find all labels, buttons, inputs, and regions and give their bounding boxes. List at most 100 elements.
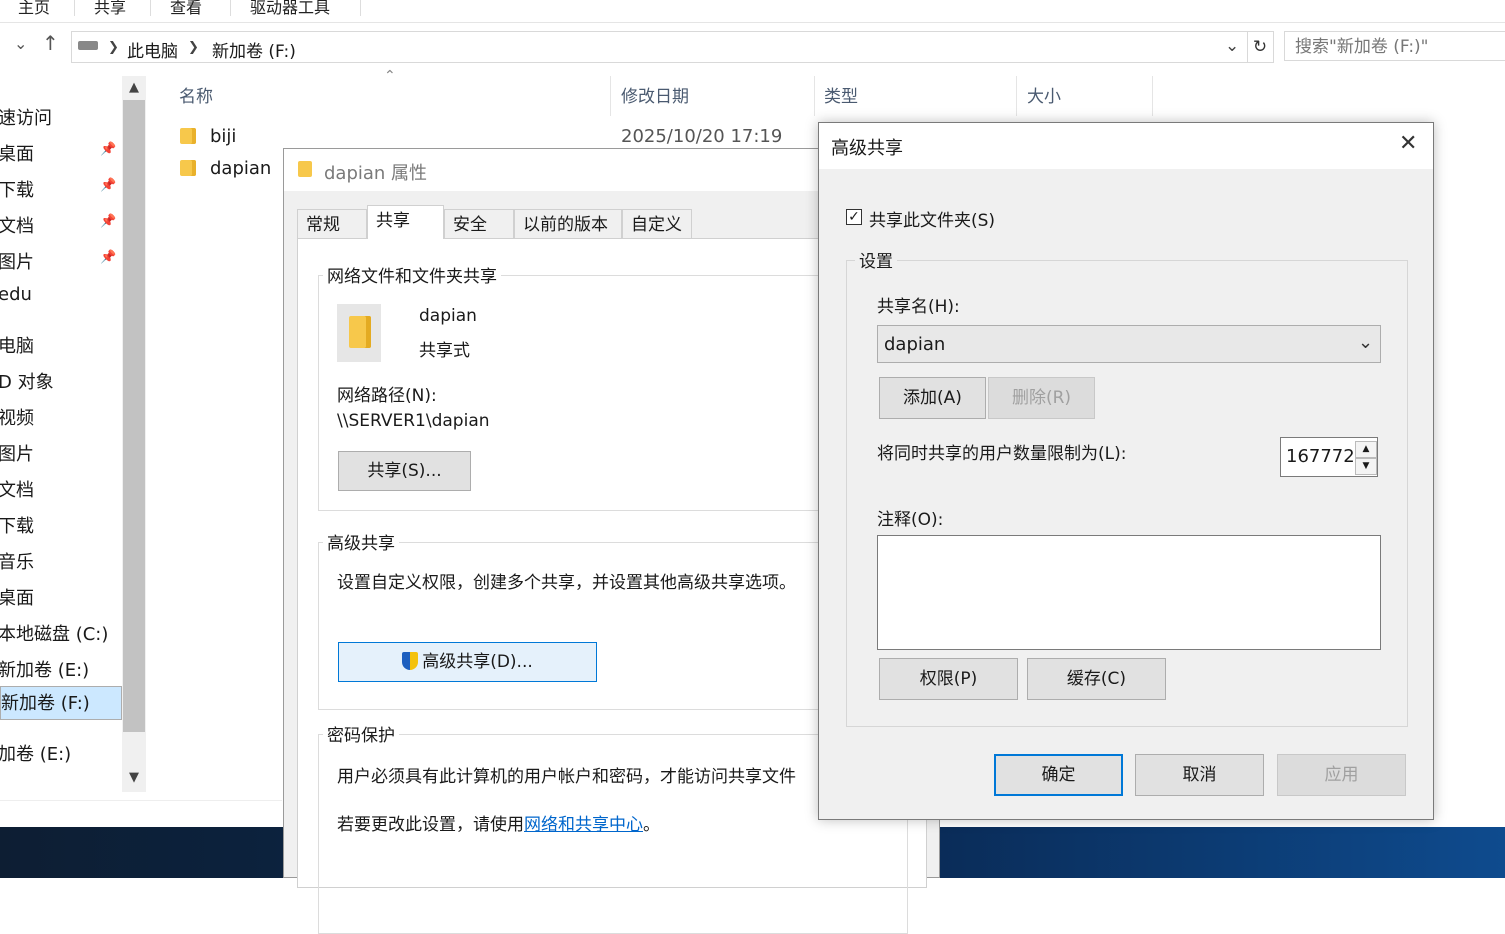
navigation-pane: 速访问 桌面 📌 下载 📌 文档 📌 图片 📌 edu 电脑 D 对象 视频 图片 文档 下载 音乐 桌面 本地磁盘… bbox=[0, 76, 122, 796]
sidebar-item[interactable]: 桌面 bbox=[0, 584, 34, 610]
share-name-select[interactable]: dapian ⌄ bbox=[877, 325, 1381, 363]
sort-ascending-icon: ⌃ bbox=[384, 68, 396, 84]
refresh-icon[interactable]: ↻ bbox=[1247, 31, 1274, 63]
tab-customize[interactable]: 自定义 bbox=[622, 209, 692, 238]
share-folder-checkbox-label[interactable]: 共享此文件夹(S) bbox=[869, 206, 995, 231]
share-name-value: dapian bbox=[884, 334, 946, 355]
comment-label: 注释(O): bbox=[877, 510, 944, 530]
cancel-button[interactable]: 取消 bbox=[1135, 754, 1264, 796]
network-path-label: 网络路径(N): bbox=[337, 386, 437, 406]
chevron-down-icon: ⌄ bbox=[1358, 332, 1374, 353]
column-divider bbox=[1152, 76, 1153, 116]
sidebar-item[interactable]: 下载 bbox=[0, 176, 34, 202]
scroll-up-icon[interactable]: ▲ bbox=[122, 80, 146, 95]
file-row[interactable]: biji bbox=[180, 126, 236, 147]
pin-icon: 📌 bbox=[100, 142, 117, 157]
sidebar-item[interactable]: 图片 bbox=[0, 440, 34, 466]
sidebar-item[interactable]: 本地磁盘 (C:) bbox=[0, 620, 108, 646]
tab-security[interactable]: 安全 bbox=[444, 209, 514, 238]
sidebar-item[interactable]: 文档 bbox=[0, 476, 34, 502]
share-state: 共享式 bbox=[419, 341, 470, 361]
sidebar-item[interactable]: 文档 bbox=[0, 212, 34, 238]
ribbon-tab-share[interactable]: 共享 bbox=[94, 0, 126, 18]
sidebar-item[interactable]: 下载 bbox=[0, 512, 34, 538]
folder-icon bbox=[298, 161, 312, 177]
check-icon: ✓ bbox=[848, 209, 860, 225]
sidebar-item[interactable]: 视频 bbox=[0, 404, 34, 430]
column-headers: ⌃ 名称 修改日期 类型 大小 bbox=[150, 68, 1160, 116]
search-input[interactable]: 搜索"新加卷 (F:)" bbox=[1284, 31, 1505, 61]
spin-up-icon[interactable]: ▲ bbox=[1355, 441, 1377, 458]
breadcrumb-drive-f[interactable]: 新加卷 (F:) bbox=[212, 37, 296, 62]
folder-icon bbox=[180, 160, 196, 176]
advanced-sharing-dialog: 高级共享 ✕ ✓ 共享此文件夹(S) 设置 共享名(H): dapian ⌄ 添… bbox=[818, 122, 1434, 820]
uac-shield-icon bbox=[402, 652, 419, 670]
sidebar-item[interactable]: D 对象 bbox=[0, 368, 54, 394]
sidebar-item[interactable]: 新加卷 (E:) bbox=[0, 656, 89, 682]
up-arrow-icon[interactable]: ↑ bbox=[42, 31, 59, 55]
ribbon-separator bbox=[360, 0, 361, 16]
network-sharing-center-link[interactable]: 网络和共享中心 bbox=[524, 815, 643, 835]
status-bar bbox=[0, 800, 282, 828]
file-modified: 2025/10/20 17:19 bbox=[621, 126, 783, 147]
share-folder-name: dapian bbox=[419, 306, 477, 326]
ribbon-tab-view[interactable]: 查看 bbox=[170, 0, 202, 18]
address-dropdown-chevron-icon[interactable]: ⌄ bbox=[1225, 36, 1239, 56]
remove-share-button[interactable]: 删除(R) bbox=[988, 377, 1095, 419]
column-type[interactable]: 类型 bbox=[824, 82, 858, 107]
advanced-sharing-desc: 设置自定义权限，创建多个共享，并设置其他高级共享选项。 bbox=[337, 573, 796, 593]
column-modified[interactable]: 修改日期 bbox=[621, 82, 689, 107]
scroll-thumb[interactable] bbox=[123, 100, 145, 732]
sidebar-item[interactable]: 图片 bbox=[0, 248, 34, 274]
add-share-button[interactable]: 添加(A) bbox=[879, 377, 986, 419]
sidebar-item[interactable]: 速访问 bbox=[0, 104, 52, 130]
properties-title: dapian 属性 bbox=[324, 163, 428, 184]
column-divider bbox=[610, 76, 611, 116]
password-protection-label: 密码保护 bbox=[323, 721, 399, 746]
permissions-button[interactable]: 权限(P) bbox=[879, 658, 1018, 700]
user-limit-value: 167772 bbox=[1286, 446, 1355, 467]
ribbon-separator bbox=[230, 0, 231, 16]
comment-textarea[interactable] bbox=[877, 535, 1381, 650]
password-change-prefix: 若要更改此设置，请使用 bbox=[337, 815, 524, 835]
scroll-down-icon[interactable]: ▼ bbox=[122, 770, 146, 785]
spin-down-icon[interactable]: ▼ bbox=[1355, 458, 1377, 475]
file-row[interactable]: dapian bbox=[180, 158, 271, 179]
file-name: biji bbox=[210, 126, 237, 147]
sidebar-item[interactable]: 新加卷 (F:) bbox=[0, 686, 122, 720]
recent-locations-chevron-icon[interactable]: ⌄ bbox=[14, 34, 27, 53]
ribbon-tab-home[interactable]: 主页 bbox=[18, 0, 50, 18]
nav-scrollbar[interactable]: ▲ ▼ bbox=[122, 76, 146, 792]
sidebar-item[interactable]: edu bbox=[0, 284, 32, 305]
password-change-text: 若要更改此设置，请使用网络和共享中心。 bbox=[337, 810, 660, 835]
column-size[interactable]: 大小 bbox=[1027, 82, 1061, 107]
breadcrumb-this-pc[interactable]: 此电脑 bbox=[127, 37, 178, 62]
advanced-sharing-button-label: 高级共享(D)... bbox=[422, 652, 533, 672]
sidebar-item[interactable]: 加卷 (E:) bbox=[0, 740, 71, 766]
advanced-sharing-button[interactable]: 高级共享(D)... bbox=[338, 642, 597, 682]
address-bar[interactable]: ❯ 此电脑 ❯ 新加卷 (F:) ⌄ bbox=[71, 31, 1248, 63]
sidebar-item[interactable]: 电脑 bbox=[0, 332, 34, 358]
column-name[interactable]: 名称 bbox=[179, 82, 213, 107]
tab-general[interactable]: 常规 bbox=[297, 209, 367, 238]
tab-previous-versions[interactable]: 以前的版本 bbox=[514, 209, 622, 238]
folder-large-icon bbox=[337, 304, 381, 362]
drive-icon bbox=[78, 41, 98, 50]
share-button[interactable]: 共享(S)... bbox=[338, 451, 471, 491]
advanced-sharing-titlebar[interactable]: 高级共享 ✕ bbox=[819, 123, 1433, 169]
sidebar-item[interactable]: 桌面 bbox=[0, 140, 34, 166]
ribbon-tab-drive-tools[interactable]: 驱动器工具 bbox=[250, 0, 330, 18]
file-name: dapian bbox=[210, 158, 272, 179]
sidebar-item[interactable]: 音乐 bbox=[0, 548, 34, 574]
tab-sharing[interactable]: 共享 bbox=[367, 205, 444, 239]
apply-button[interactable]: 应用 bbox=[1277, 754, 1406, 796]
folder-icon bbox=[180, 128, 196, 144]
ok-button[interactable]: 确定 bbox=[994, 754, 1123, 796]
user-limit-spinner[interactable]: 167772 ▲ ▼ bbox=[1280, 437, 1378, 477]
password-change-suffix: 。 bbox=[643, 815, 660, 835]
caching-button[interactable]: 缓存(C) bbox=[1027, 658, 1166, 700]
ribbon: 主页 共享 查看 驱动器工具 bbox=[0, 0, 1505, 23]
share-folder-checkbox[interactable]: ✓ bbox=[846, 209, 862, 225]
breadcrumb-chevron-icon: ❯ bbox=[108, 40, 119, 55]
close-icon[interactable]: ✕ bbox=[1399, 131, 1417, 156]
